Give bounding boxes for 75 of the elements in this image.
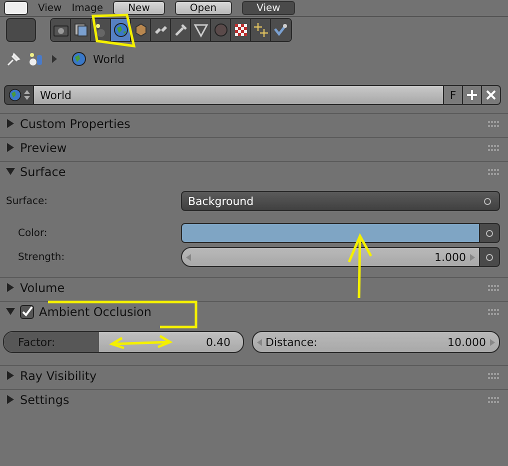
pin-icon[interactable] <box>6 51 22 67</box>
context-tab[interactable] <box>231 19 251 41</box>
grip-icon[interactable] <box>488 120 500 126</box>
grip-icon[interactable] <box>488 396 500 402</box>
grip-icon[interactable] <box>488 372 500 378</box>
disclosure-triangle-icon <box>6 119 15 128</box>
arrow-icon <box>52 55 57 63</box>
panel-header[interactable]: Ambient Occlusion <box>0 302 508 321</box>
disclosure-triangle-icon <box>6 167 15 176</box>
close-icon[interactable] <box>482 85 501 105</box>
disclosure-triangle-icon <box>6 283 15 292</box>
panel-header[interactable]: Surface <box>0 162 508 181</box>
context-tab[interactable] <box>111 19 131 41</box>
cube-icon <box>132 22 148 38</box>
menu-item[interactable]: Image <box>72 2 104 14</box>
socket-button[interactable] <box>480 223 500 243</box>
socket-button[interactable] <box>480 247 500 267</box>
panel-title: Surface <box>20 164 66 178</box>
layers-icon <box>72 22 88 38</box>
panel-title: Preview <box>20 140 67 154</box>
annotation-outline <box>92 14 136 48</box>
fake-user-button[interactable]: F <box>444 85 463 105</box>
panel-title: Ambient Occlusion <box>39 304 152 318</box>
globe-icon <box>112 22 128 38</box>
panel-header[interactable]: Preview <box>0 138 508 157</box>
disclosure-triangle-icon <box>6 371 15 380</box>
grip-icon[interactable] <box>488 144 500 150</box>
globe-icon <box>8 88 22 102</box>
factor-slider[interactable]: Factor: 0.40 <box>3 331 244 353</box>
world-name-field[interactable]: World <box>34 85 444 105</box>
annotation-arrow <box>109 334 173 350</box>
checkbox[interactable] <box>20 304 34 318</box>
world-browse-button[interactable] <box>4 85 34 105</box>
sparkle-icon <box>252 22 268 38</box>
triangle-icon <box>192 22 208 38</box>
wrench-icon <box>172 22 188 38</box>
panel-title: Settings <box>20 392 70 406</box>
grip-icon[interactable] <box>488 168 500 174</box>
menu-item[interactable]: View <box>38 2 62 14</box>
add-icon[interactable] <box>463 85 482 105</box>
context-tab[interactable] <box>51 19 71 41</box>
context-tab[interactable] <box>131 19 151 41</box>
header-button[interactable]: New <box>113 1 165 15</box>
globe-icon <box>71 51 87 67</box>
disclosure-triangle-icon <box>6 143 15 152</box>
checker-icon <box>232 22 248 38</box>
breadcrumb-label: World <box>93 52 125 66</box>
object-icon <box>28 51 44 67</box>
panel-title: Volume <box>20 280 65 294</box>
context-tab[interactable] <box>191 19 211 41</box>
up-down-arrows-icon <box>24 89 30 101</box>
panel-title: Custom Properties <box>20 116 130 130</box>
context-tab[interactable] <box>171 19 191 41</box>
surface-dropdown[interactable]: Background <box>181 191 500 211</box>
panel-header[interactable]: Volume <box>0 278 508 297</box>
view-dropdown[interactable]: View <box>242 1 296 15</box>
disclosure-triangle-icon <box>6 395 15 404</box>
grip-icon[interactable] <box>488 308 500 314</box>
context-tab[interactable] <box>71 19 91 41</box>
panel-title: Ray Visibility <box>20 368 97 382</box>
header-button[interactable]: Open <box>174 1 232 15</box>
field-label: Strength: <box>17 252 66 262</box>
field-label: Surface: <box>6 196 48 206</box>
sphere-icon <box>212 22 228 38</box>
field-label: Color: <box>17 228 48 238</box>
context-tab[interactable] <box>151 19 171 41</box>
grip-icon[interactable] <box>488 284 500 290</box>
context-tab[interactable] <box>251 19 271 41</box>
color-swatch[interactable] <box>181 223 480 243</box>
panel-header[interactable]: Custom Properties <box>0 114 508 133</box>
annotation-arrow <box>348 233 372 300</box>
disclosure-triangle-icon <box>6 307 15 316</box>
checkmark-icon <box>273 22 289 38</box>
panel-header[interactable]: Ray Visibility <box>0 366 508 385</box>
panel-header[interactable]: Settings <box>0 390 508 409</box>
